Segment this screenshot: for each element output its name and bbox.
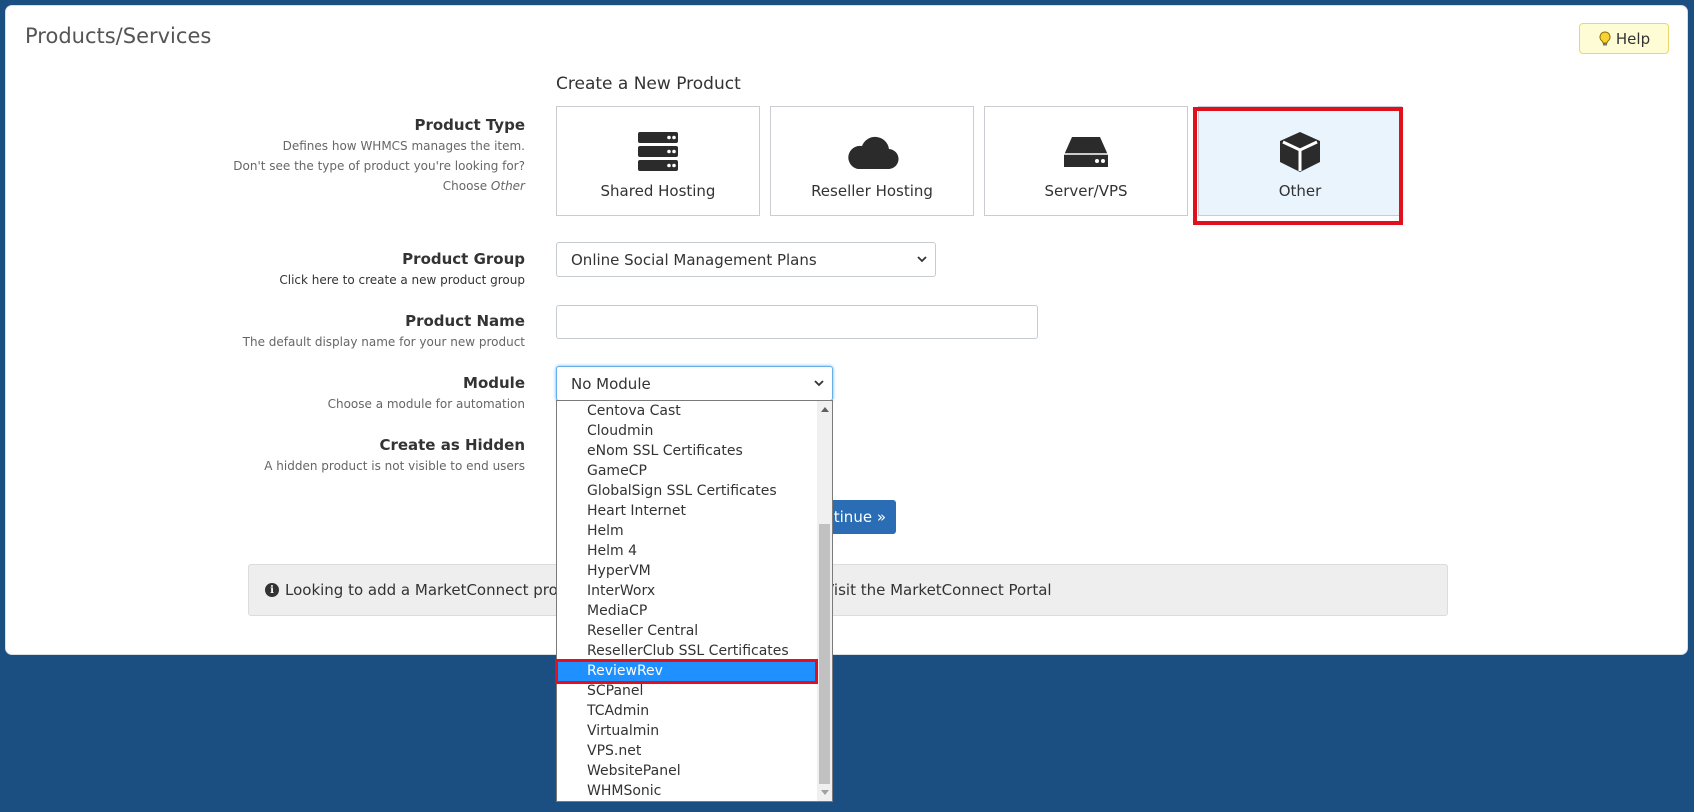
info-text: Looking to add a MarketConnect product bbox=[285, 581, 591, 599]
type-card-label: Shared Hosting bbox=[600, 182, 716, 200]
scrollbar-thumb[interactable] bbox=[819, 524, 830, 784]
module-desc: Choose a module for automation bbox=[327, 397, 525, 411]
dropdown-option[interactable]: ResellerClub SSL Certificates bbox=[557, 641, 818, 661]
type-card-label: Reseller Hosting bbox=[811, 182, 933, 200]
dropdown-option[interactable]: eNom SSL Certificates bbox=[557, 441, 818, 461]
type-card-shared-hosting[interactable]: Shared Hosting bbox=[556, 106, 760, 216]
dropdown-option[interactable]: Cloudmin bbox=[557, 421, 818, 441]
scroll-up-arrow-icon[interactable] bbox=[821, 407, 829, 412]
type-card-server-vps[interactable]: Server/VPS bbox=[984, 106, 1188, 216]
cloud-icon bbox=[848, 136, 899, 170]
help-button[interactable]: Help bbox=[1579, 23, 1669, 54]
module-dropdown-list[interactable]: Centova Cast Cloudmin eNom SSL Certifica… bbox=[556, 400, 833, 802]
module-select[interactable]: No Module bbox=[556, 366, 833, 401]
cube-icon bbox=[1280, 132, 1320, 172]
product-group-select[interactable]: Online Social Management Plans bbox=[556, 242, 936, 277]
product-group-value: Online Social Management Plans bbox=[571, 250, 817, 269]
info-icon: i bbox=[265, 583, 279, 597]
dropdown-option[interactable]: WHMSonic bbox=[557, 781, 818, 801]
dropdown-scrollbar[interactable] bbox=[817, 401, 832, 801]
type-card-label: Other bbox=[1278, 182, 1322, 200]
dropdown-option[interactable]: Virtualmin bbox=[557, 721, 818, 741]
product-type-desc-1: Defines how WHMCS manages the item. bbox=[282, 139, 525, 153]
create-hidden-desc: A hidden product is not visible to end u… bbox=[264, 459, 525, 473]
dropdown-option[interactable]: Helm 4 bbox=[557, 541, 818, 561]
create-group-link-text[interactable]: Click here to create a new product group bbox=[279, 273, 525, 287]
dropdown-option[interactable]: VPS.net bbox=[557, 741, 818, 761]
product-type-label: Product Type bbox=[414, 116, 525, 134]
lightbulb-icon bbox=[1599, 30, 1611, 45]
marketconnect-info-bar: i Looking to add a MarketConnect product… bbox=[248, 564, 1448, 616]
product-type-desc-2: Don't see the type of product you're loo… bbox=[233, 159, 525, 173]
type-card-reseller-hosting[interactable]: Reseller Hosting bbox=[770, 106, 974, 216]
product-group-label: Product Group bbox=[402, 250, 525, 268]
dropdown-option[interactable]: InterWorx bbox=[557, 581, 818, 601]
create-hidden-label: Create as Hidden bbox=[379, 436, 525, 454]
dropdown-option[interactable]: Heart Internet bbox=[557, 501, 818, 521]
choose-text: Choose bbox=[442, 179, 491, 193]
dropdown-option[interactable]: HyperVM bbox=[557, 561, 818, 581]
product-name-desc: The default display name for your new pr… bbox=[242, 335, 525, 349]
dropdown-option[interactable]: Centova Cast bbox=[557, 401, 818, 421]
form-heading: Create a New Product bbox=[556, 74, 741, 94]
scroll-down-arrow-icon[interactable] bbox=[821, 790, 829, 795]
server-stack-icon bbox=[638, 132, 678, 171]
dropdown-option[interactable]: MediaCP bbox=[557, 601, 818, 621]
product-name-input[interactable] bbox=[556, 305, 1038, 339]
dropdown-option[interactable]: TCAdmin bbox=[557, 701, 818, 721]
dropdown-option[interactable]: WebsitePanel bbox=[557, 761, 818, 781]
module-label: Module bbox=[463, 374, 525, 392]
create-product-group-link[interactable]: Click here to create a new product group bbox=[279, 270, 525, 290]
dropdown-option[interactable]: SCPanel bbox=[557, 681, 818, 701]
page-title: Products/Services bbox=[25, 24, 212, 48]
product-name-label: Product Name bbox=[405, 312, 525, 330]
type-card-label: Server/VPS bbox=[1044, 182, 1128, 200]
dropdown-option[interactable]: Reseller Central bbox=[557, 621, 818, 641]
chevron-down-icon bbox=[814, 380, 824, 387]
dropdown-option-selected[interactable]: ReviewRev bbox=[557, 661, 818, 681]
info-left-group: i Looking to add a MarketConnect product bbox=[265, 581, 591, 599]
dropdown-option[interactable]: GameCP bbox=[557, 461, 818, 481]
module-value: No Module bbox=[571, 374, 651, 393]
dropdown-option[interactable]: Helm bbox=[557, 521, 818, 541]
chevron-down-icon bbox=[917, 256, 927, 263]
type-card-other[interactable]: Other bbox=[1198, 106, 1402, 216]
dropdown-option[interactable]: GlobalSign SSL Certificates bbox=[557, 481, 818, 501]
help-label: Help bbox=[1615, 29, 1651, 48]
hard-drive-icon bbox=[1064, 137, 1108, 167]
marketconnect-portal-link[interactable]: Visit the MarketConnect Portal bbox=[824, 581, 1052, 599]
product-type-desc-3: Choose Other bbox=[443, 176, 525, 196]
other-emphasis: Other bbox=[490, 179, 525, 193]
